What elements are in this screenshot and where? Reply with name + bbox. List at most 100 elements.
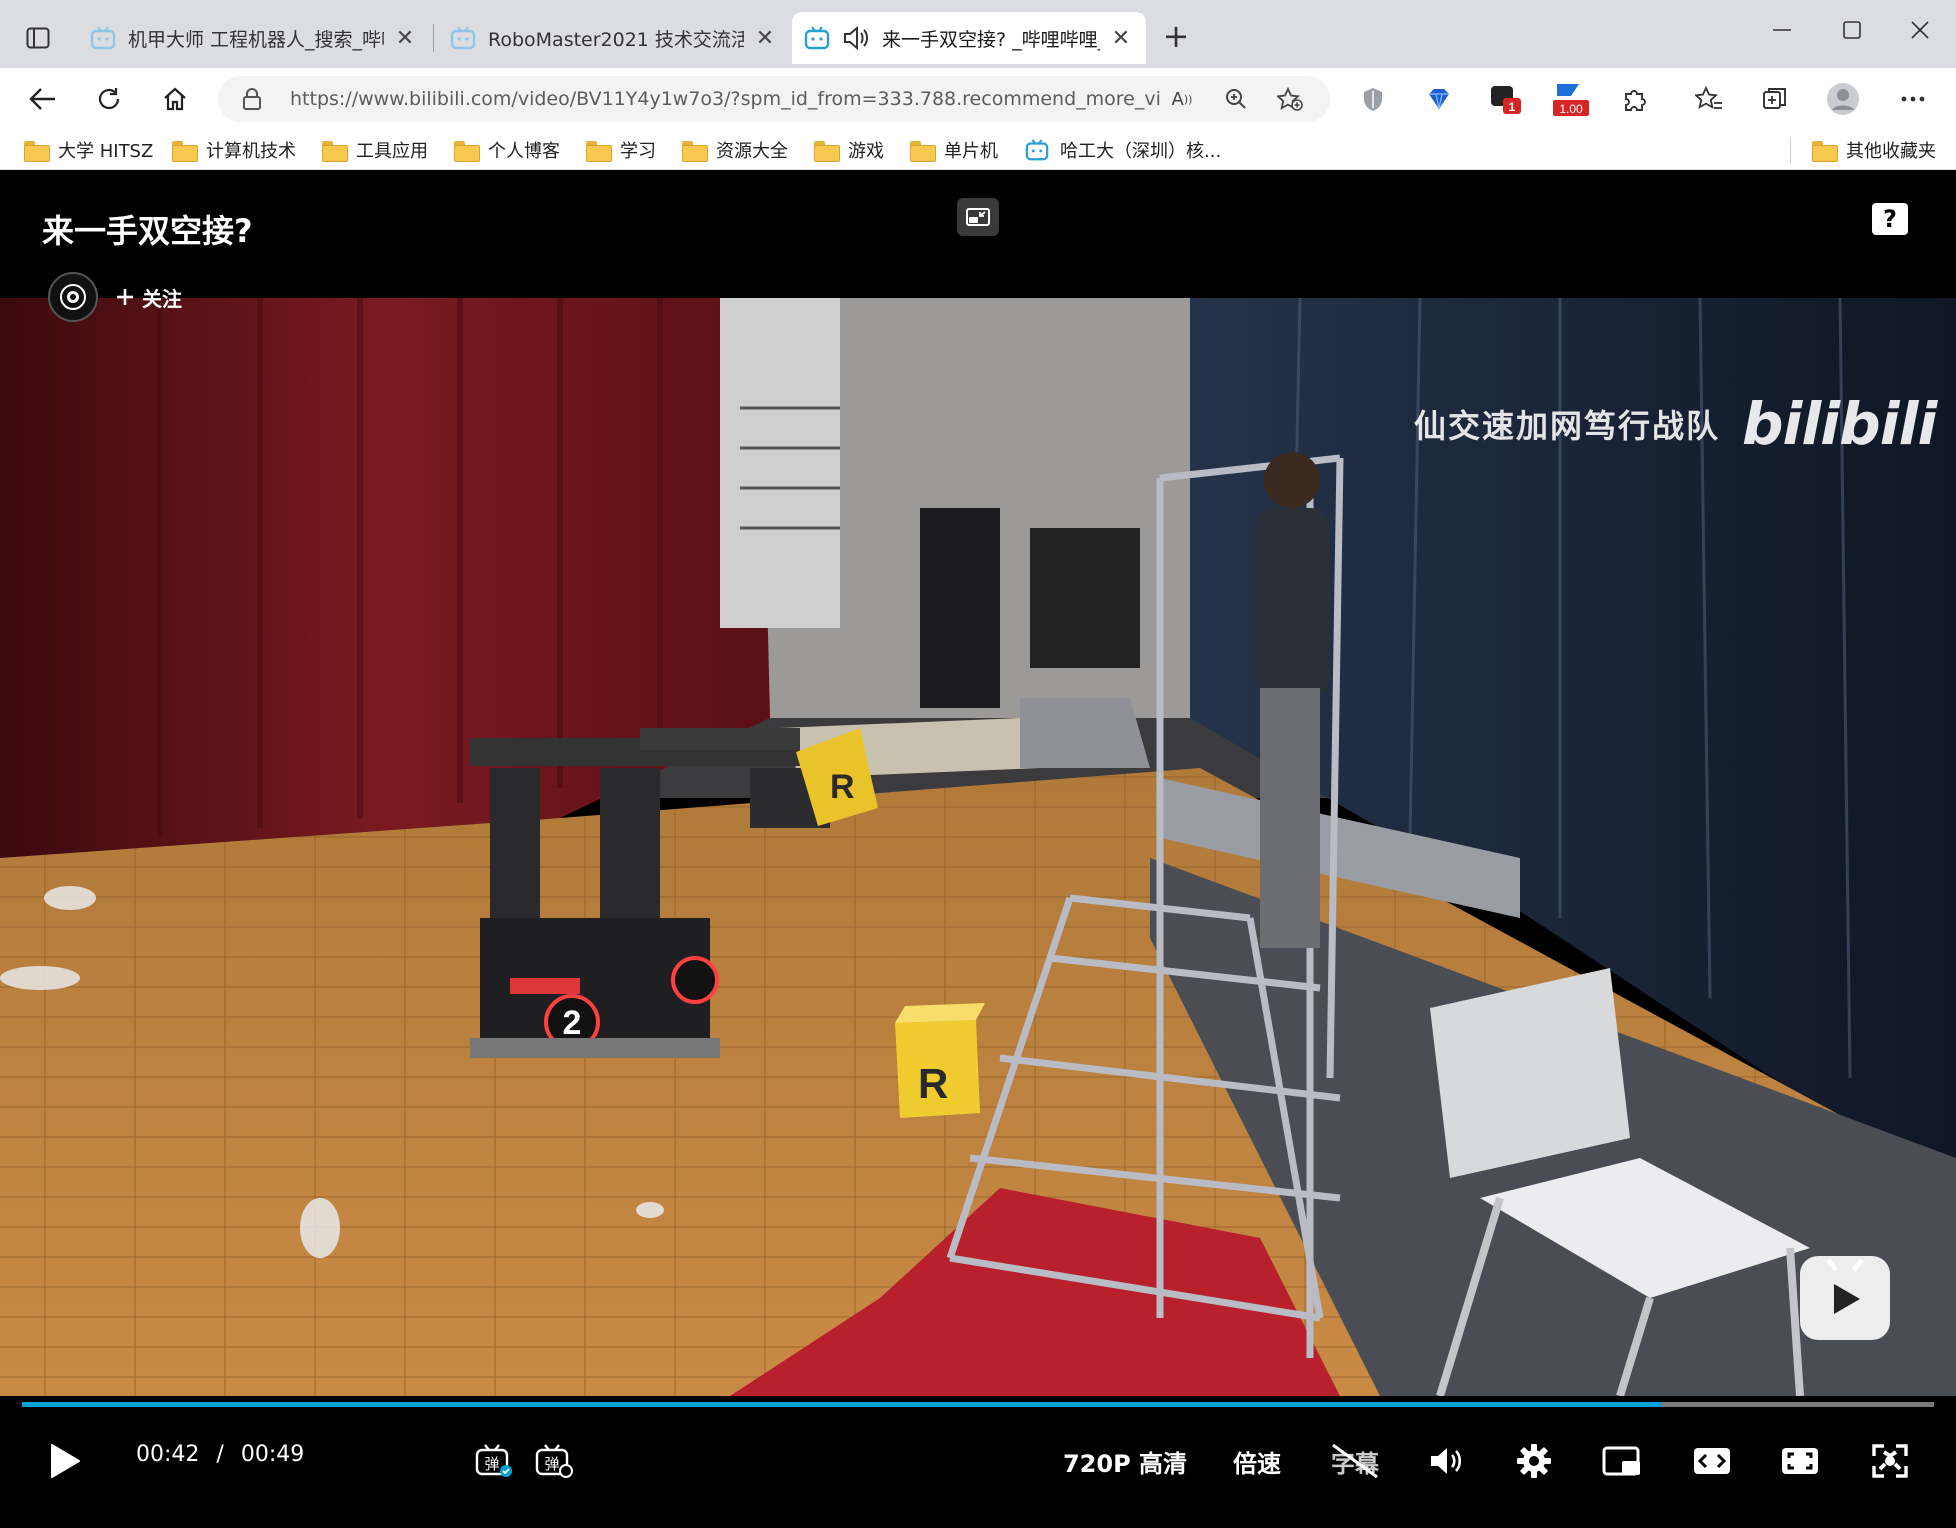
widescreen-button[interactable] xyxy=(1690,1438,1734,1484)
tab-search[interactable]: 机甲大师 工程机器人_搜索_哔哩哔 ✕ xyxy=(78,12,430,64)
read-aloud-icon[interactable]: A)) xyxy=(1164,84,1200,114)
tab-actions-menu-button[interactable] xyxy=(18,18,58,58)
subtitle-button[interactable]: 字幕 xyxy=(1326,1438,1384,1484)
folder-icon xyxy=(454,140,480,162)
video-scene-image: 2 R R xyxy=(0,298,1956,1396)
settings-gear-icon xyxy=(1517,1444,1551,1478)
help-button[interactable]: ? xyxy=(1872,203,1908,235)
minimize-button[interactable] xyxy=(1752,10,1812,50)
quality-label: 720P 高清 xyxy=(1062,1449,1188,1478)
vpn-extension-button[interactable] xyxy=(1418,78,1460,120)
uploader-follow[interactable]: 关注 xyxy=(48,272,182,322)
play-button[interactable] xyxy=(42,1438,88,1484)
video-player[interactable]: 来一手双空接? ? 2 R R 关注 仙交速加网笃行战队 bilibili 00… xyxy=(0,170,1956,1528)
bookmark-label: 单片机 xyxy=(944,141,998,162)
notification-extension-button[interactable]: 1 xyxy=(1484,78,1526,120)
tab-close-button[interactable]: ✕ xyxy=(752,26,778,51)
web-fullscreen-button[interactable] xyxy=(1778,1438,1822,1484)
follow-button-label[interactable]: 关注 xyxy=(142,283,182,312)
video-frame[interactable]: 2 R R xyxy=(0,298,1956,1396)
more-menu-button[interactable] xyxy=(1892,78,1934,120)
shield-extension-button[interactable] xyxy=(1352,78,1394,120)
tab-close-button[interactable]: ✕ xyxy=(392,26,418,51)
bookmark-folder[interactable]: 大学 HITSZ xyxy=(24,136,153,164)
tab-title: RoboMaster2021 技术交流活动 丨 xyxy=(488,28,744,51)
volume-button[interactable] xyxy=(1424,1438,1468,1484)
extensions-button[interactable] xyxy=(1614,78,1656,120)
tv-play-icon xyxy=(1826,1258,1864,1314)
maximize-button[interactable] xyxy=(1822,10,1882,50)
play-icon xyxy=(51,1444,80,1478)
bookmark-folder[interactable]: 游戏 xyxy=(814,136,884,164)
video-watermark: 仙交速加网笃行战队 bilibili xyxy=(1414,390,1937,458)
tab-close-button[interactable]: ✕ xyxy=(1108,26,1134,51)
back-arrow-icon xyxy=(29,88,55,110)
bookmark-folder[interactable]: 单片机 xyxy=(910,136,998,164)
fullscreen-icon xyxy=(1872,1444,1908,1478)
speed-badge-icon: 1.00 xyxy=(1553,84,1589,116)
quality-selector[interactable]: 720P 高清 xyxy=(1060,1438,1190,1484)
diamond-extension-icon xyxy=(1429,89,1449,110)
bilibili-play-overlay[interactable] xyxy=(1800,1256,1890,1340)
danmaku-settings-icon: 弹 xyxy=(535,1444,573,1478)
close-window-button[interactable] xyxy=(1890,10,1950,50)
bookmark-link[interactable]: 哈工大（深圳）核... xyxy=(1024,136,1221,164)
bookmark-label: 其他收藏夹 xyxy=(1846,141,1936,162)
danmaku-settings-button[interactable]: 弹 xyxy=(532,1438,576,1484)
tab-audio-icon[interactable] xyxy=(842,25,870,51)
home-button[interactable] xyxy=(154,78,196,120)
profile-button[interactable] xyxy=(1822,78,1864,120)
fullscreen-button[interactable] xyxy=(1868,1438,1912,1484)
bookmarks-bar: 大学 HITSZ 计算机技术 工具应用 个人博客 学习 资源大全 游戏 单片机 … xyxy=(0,130,1956,170)
settings-button[interactable] xyxy=(1512,1438,1556,1484)
exit-window-icon xyxy=(966,208,990,226)
close-icon xyxy=(1911,21,1929,39)
video-title: 来一手双空接? xyxy=(42,212,253,250)
other-favorites-folder[interactable]: 其他收藏夹 xyxy=(1812,136,1936,164)
bookmark-folder[interactable]: 工具应用 xyxy=(322,136,428,164)
bookmark-folder[interactable]: 资源大全 xyxy=(682,136,788,164)
extension-badge-icon: 1 xyxy=(1491,86,1521,114)
speed-extension-button[interactable]: 1.00 xyxy=(1548,78,1594,120)
favorites-button[interactable] xyxy=(1688,78,1730,120)
minimize-icon xyxy=(1773,29,1791,31)
plus-icon xyxy=(117,289,133,305)
collections-button[interactable] xyxy=(1754,78,1796,120)
sidebar-icon xyxy=(26,27,50,49)
playback-speed-button[interactable]: 倍速 xyxy=(1226,1438,1288,1484)
bookmark-folder[interactable]: 计算机技术 xyxy=(172,136,296,164)
folder-icon xyxy=(1812,140,1838,162)
more-dots-icon xyxy=(1901,96,1925,102)
picture-in-picture-button[interactable] xyxy=(1600,1438,1644,1484)
reload-button[interactable] xyxy=(88,78,130,120)
danmaku-glyph: 弹 xyxy=(484,1455,499,1473)
lock-icon[interactable] xyxy=(242,87,272,111)
extension-badge-count: 1 xyxy=(1509,100,1516,114)
bookmark-label: 资源大全 xyxy=(716,141,788,162)
new-tab-button[interactable]: + xyxy=(1158,16,1194,56)
bookmark-label: 个人博客 xyxy=(488,141,560,162)
url-text[interactable]: https://www.bilibili.com/video/BV11Y4y1w… xyxy=(290,88,1162,110)
back-button[interactable] xyxy=(22,78,64,120)
svg-text:R: R xyxy=(918,1060,948,1107)
tab-active-video[interactable]: 来一手双空接? _哔哩哔哩_bilibili ✕ xyxy=(792,12,1146,64)
bookmark-folder[interactable]: 个人博客 xyxy=(454,136,560,164)
bookmark-folder[interactable]: 学习 xyxy=(586,136,656,164)
zoom-icon[interactable] xyxy=(1218,84,1254,114)
danmaku-toggle-button[interactable]: 弹 xyxy=(472,1438,516,1484)
progress-bar[interactable] xyxy=(22,1402,1934,1407)
pip-icon xyxy=(1602,1446,1640,1476)
speed-label: 倍速 xyxy=(1233,1449,1281,1478)
bookmark-label: 计算机技术 xyxy=(206,141,296,162)
uploader-avatar[interactable] xyxy=(48,272,98,322)
exit-mini-player-button[interactable] xyxy=(957,198,999,236)
watermark-team-text: 仙交速加网笃行战队 xyxy=(1414,407,1721,445)
maximize-icon xyxy=(1843,21,1861,39)
team-logo-icon xyxy=(60,284,86,310)
bilibili-tv-icon xyxy=(90,26,116,50)
address-bar[interactable]: https://www.bilibili.com/video/BV11Y4y1w… xyxy=(218,76,1330,122)
add-favorite-icon[interactable] xyxy=(1272,84,1308,114)
bookmark-label: 大学 HITSZ xyxy=(58,141,154,162)
time-separator: / xyxy=(216,1442,224,1467)
tab-robomaster[interactable]: RoboMaster2021 技术交流活动 丨 ✕ xyxy=(438,12,790,64)
